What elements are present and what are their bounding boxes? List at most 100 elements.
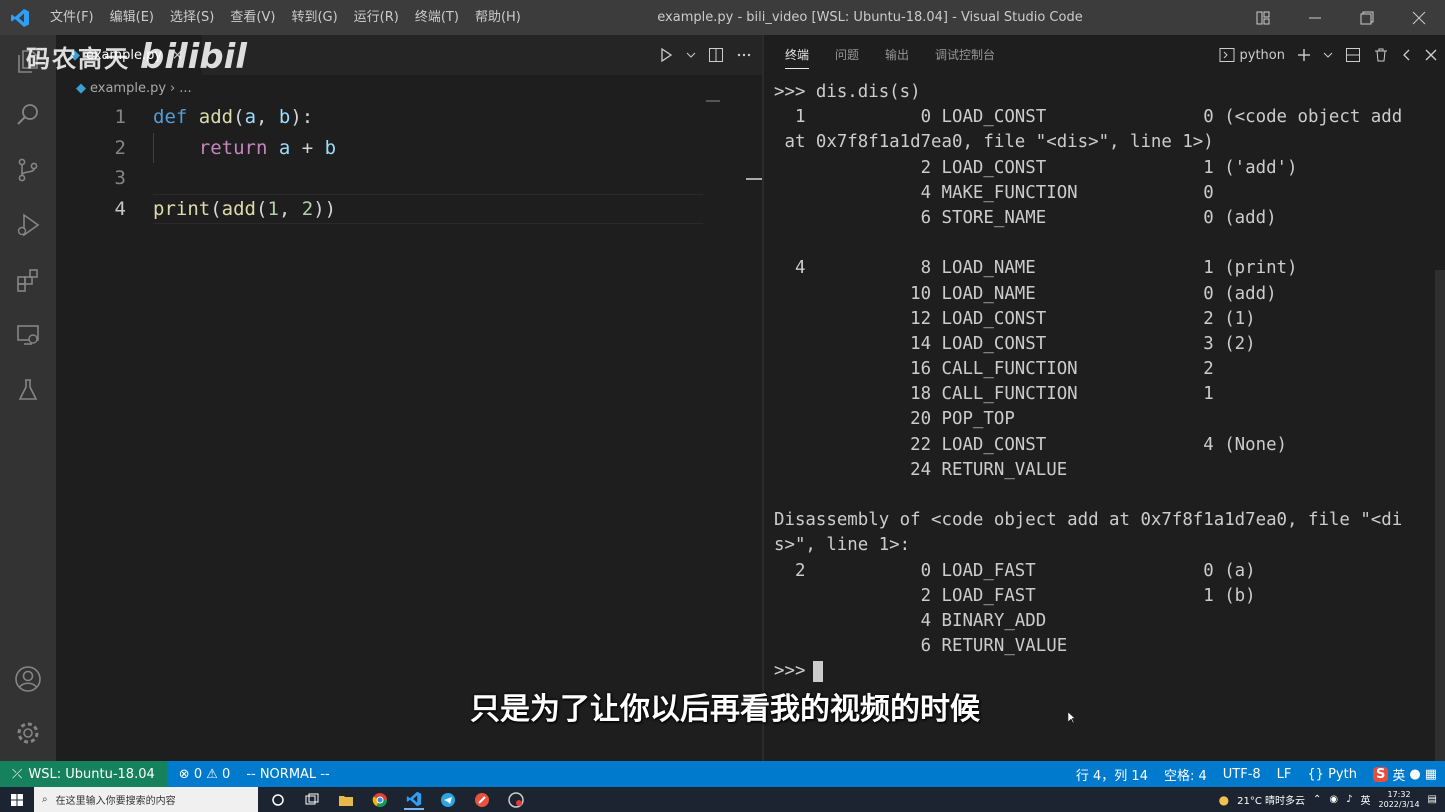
indentation[interactable]: 空格: 4 [1156, 765, 1215, 784]
telegram-icon[interactable] [438, 790, 458, 810]
code-token: , [278, 197, 302, 220]
run-file-icon[interactable] [658, 47, 674, 63]
terminal-line: 24 RETURN_VALUE [774, 459, 1068, 480]
system-tray: ● 21°C 晴时多云 ⌃ ◉ ♪ 英 17:32 2022/3/14 ▤ [1219, 787, 1437, 812]
terminal-line: 20 POP_TOP [774, 409, 1015, 430]
trash-icon[interactable] [1373, 47, 1389, 63]
remote-explorer-icon[interactable] [12, 319, 44, 351]
volume-icon[interactable]: ♪ [1346, 794, 1352, 805]
terminal-line: 4 8 LOAD_NAME 1 (print) [774, 258, 1298, 279]
vscode-taskbar-icon[interactable] [404, 790, 424, 810]
menu-help[interactable]: 帮助(H) [467, 0, 529, 35]
menu-edit[interactable]: 编辑(E) [102, 0, 162, 35]
task-view-icon[interactable] [302, 790, 322, 810]
testing-flask-icon[interactable] [12, 374, 44, 406]
code-token: ( [233, 106, 245, 128]
layout-icon[interactable] [1237, 0, 1289, 35]
terminal-shell-selector[interactable]: python [1219, 47, 1285, 63]
windows-start-button[interactable] [0, 787, 34, 812]
split-terminal-icon[interactable] [1345, 47, 1361, 63]
problems-indicator[interactable]: ⊗ 0 ⚠ 0 [171, 767, 239, 782]
language-mode[interactable]: {} Pyth [1299, 767, 1365, 782]
clock-time: 17:32 [1387, 789, 1411, 799]
tab-output[interactable]: 输出 [872, 35, 922, 75]
close-window-button[interactable] [1393, 0, 1445, 35]
recorder-icon[interactable] [506, 790, 526, 810]
cortana-icon[interactable] [268, 790, 288, 810]
tab-terminal[interactable]: 终端 [772, 35, 822, 75]
code-line[interactable]: 4 print(add(1, 2)) [56, 193, 746, 225]
split-editor-icon[interactable] [708, 47, 724, 63]
windows-taskbar: ⌕ 在这里输入你要搜索的内容 ● 21°C 晴时多云 ⌃ ◉ ♪ 英 17:32… [0, 787, 1445, 812]
warning-icon: ⚠ [206, 766, 218, 782]
app-red-icon[interactable] [472, 790, 492, 810]
menu-file[interactable]: 文件(F) [42, 0, 102, 35]
encoding[interactable]: UTF-8 [1215, 767, 1269, 782]
chevron-down-icon[interactable] [1323, 48, 1333, 62]
braces-icon: {} [1307, 766, 1324, 782]
terminal-line: >>> dis.dis(s) [774, 82, 921, 102]
system-clock[interactable]: 17:32 2022/3/14 [1379, 790, 1420, 810]
code-editor[interactable]: 1 def add(a, b): 2 return a + b 3 4 print(add… [56, 102, 746, 224]
tab-debug-console[interactable]: 调试控制台 [922, 35, 1008, 75]
clock-date: 2022/3/14 [1378, 799, 1420, 809]
terminal-prompt-line[interactable]: >>> [774, 659, 1439, 684]
network-icon[interactable]: ◉ [1329, 794, 1338, 805]
minimize-button[interactable] [1289, 0, 1341, 35]
code-token: add [221, 197, 256, 220]
code-line[interactable]: 2 return a + b [56, 132, 746, 164]
code-text: print(add(1, 2)) [153, 194, 336, 225]
chrome-icon[interactable] [370, 790, 390, 810]
restore-button[interactable] [1341, 0, 1393, 35]
python-file-icon: ◆ [76, 80, 86, 96]
cursor-position[interactable]: 行 4，列 14 [1068, 765, 1156, 784]
source-control-icon[interactable] [12, 154, 44, 186]
terminal-line: 2 LOAD_FAST 1 (b) [774, 585, 1256, 606]
ime-toolbar[interactable]: S 英 ● ▦ [1365, 765, 1445, 784]
close-panel-icon[interactable] [1425, 49, 1437, 61]
remote-indicator[interactable]: ⤫ WSL: Ubuntu-18.04 [0, 761, 167, 787]
run-debug-icon[interactable] [12, 209, 44, 241]
code-token: add [198, 106, 234, 128]
taskbar-search-box[interactable]: ⌕ 在这里输入你要搜索的内容 [34, 787, 258, 812]
window-title: example.py - bili_video [WSL: Ubuntu-18.… [657, 10, 1083, 25]
code-text: def add(a, b): [153, 102, 313, 133]
terminal-output[interactable]: >>> dis.dis(s) 1 0 LOAD_CONST 0 (<code o… [774, 80, 1439, 685]
weather-text[interactable]: 21°C 晴时多云 [1237, 792, 1305, 807]
tray-chevron-icon[interactable]: ⌃ [1313, 794, 1321, 805]
warning-count: 0 [222, 766, 231, 782]
code-line[interactable]: 3 [56, 163, 746, 194]
windows-logo-icon [11, 793, 23, 806]
breadcrumb-file[interactable]: example.py [90, 81, 166, 96]
code-line[interactable]: 1 def add(a, b): [56, 102, 746, 133]
extensions-icon[interactable] [12, 264, 44, 296]
account-icon[interactable] [12, 663, 44, 695]
menu-run[interactable]: 运行(R) [346, 0, 407, 35]
menu-go[interactable]: 转到(G) [283, 0, 345, 35]
search-icon[interactable] [12, 99, 44, 131]
menu-selection[interactable]: 选择(S) [162, 0, 222, 35]
more-actions-icon[interactable] [736, 47, 752, 63]
menu-terminal[interactable]: 终端(T) [407, 0, 467, 35]
terminal-line: 22 LOAD_CONST 4 (None) [774, 434, 1288, 455]
terminal-scrollbar[interactable] [1435, 270, 1445, 761]
editor-group: ◆ example.py × ◆ example.py › ... 1 def a… [56, 35, 762, 761]
file-explorer-icon[interactable] [336, 790, 356, 810]
notification-icon[interactable]: ▤ [1428, 794, 1437, 805]
tab-problems[interactable]: 问题 [822, 35, 872, 75]
terminal-line: 1 0 LOAD_CONST 0 (<code object add [774, 107, 1403, 128]
chevron-left-icon[interactable] [1401, 48, 1413, 62]
end-of-line[interactable]: LF [1269, 767, 1300, 782]
breadcrumb-symbol[interactable]: ... [179, 81, 191, 96]
tray-ime-label[interactable]: 英 [1361, 792, 1371, 807]
svg-text:bilibili: bilibili [140, 37, 248, 76]
menu-view[interactable]: 查看(V) [222, 0, 283, 35]
terminal-line: 12 LOAD_CONST 2 (1) [774, 308, 1256, 329]
new-terminal-plus-icon[interactable] [1297, 48, 1311, 62]
settings-gear-icon[interactable] [12, 717, 44, 749]
language-label: Pyth [1328, 766, 1357, 782]
chevron-down-icon[interactable] [686, 47, 696, 63]
